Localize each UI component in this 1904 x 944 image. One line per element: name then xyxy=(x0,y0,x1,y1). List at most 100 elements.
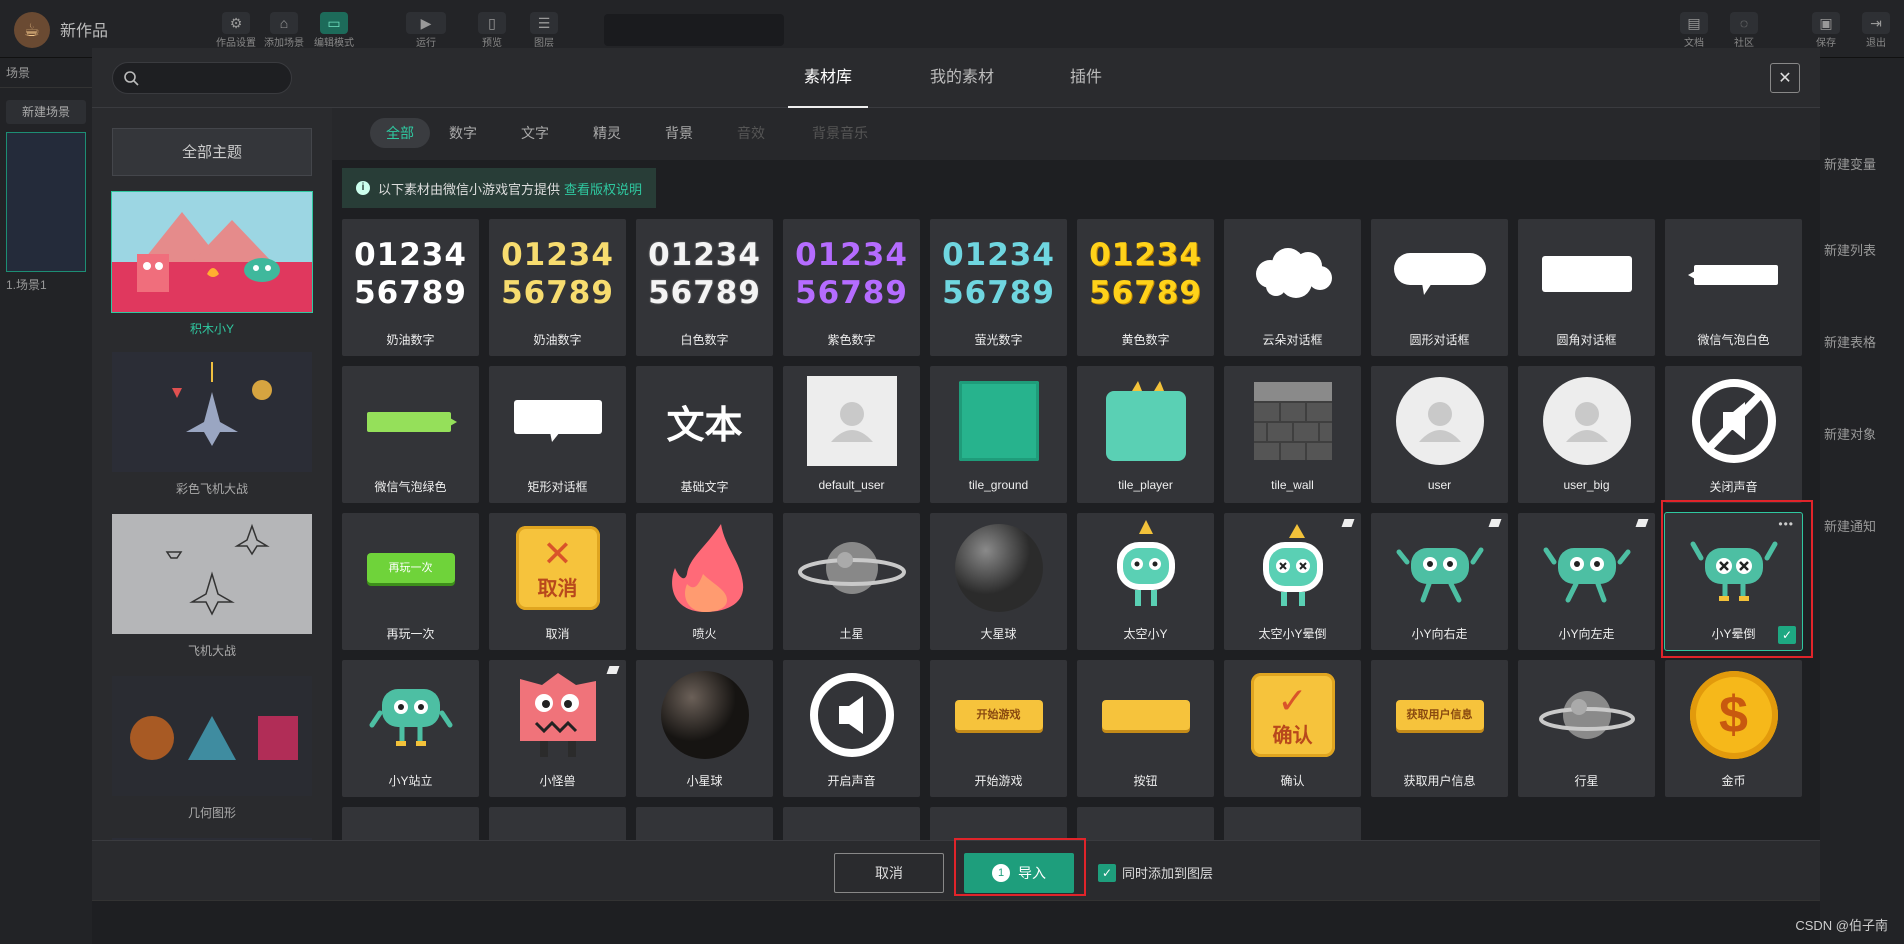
asset-card[interactable]: 获取用户信息 获取用户信息 xyxy=(1371,660,1508,797)
asset-card[interactable] xyxy=(342,807,479,840)
subtab-background-music[interactable]: 背景音乐 xyxy=(800,118,880,148)
toolbar-edit-mode-button[interactable]: ▭ 编辑模式 xyxy=(312,12,356,52)
asset-card[interactable]: 小Y站立 xyxy=(342,660,479,797)
asset-card[interactable]: 01234 56789 紫色数字 xyxy=(783,219,920,356)
asset-card[interactable] xyxy=(930,807,1067,840)
asset-card[interactable]: 01234 56789 奶油数字 xyxy=(489,219,626,356)
subtab-all[interactable]: 全部 xyxy=(370,118,430,148)
asset-card[interactable]: 小Y向左走 xyxy=(1518,513,1655,650)
theme-thumbnail xyxy=(111,191,313,313)
new-notice-button[interactable]: 新建通知 xyxy=(1820,516,1904,535)
toolbar-settings-button[interactable]: ⚙ 作品设置 xyxy=(214,12,258,52)
all-themes-button[interactable]: 全部主题 xyxy=(112,128,312,176)
close-modal-button[interactable]: ✕ xyxy=(1770,63,1800,93)
asset-label: 小星球 xyxy=(686,774,723,788)
asset-card[interactable]: 按钮 xyxy=(1077,660,1214,797)
app-search-box[interactable] xyxy=(604,14,784,46)
toolbar-exit-button[interactable]: ⇥ 退出 xyxy=(1854,12,1898,52)
asset-search-input[interactable] xyxy=(145,70,285,86)
theme-item-block-y[interactable]: 积木小Y xyxy=(111,191,313,337)
y-stand-image xyxy=(369,689,452,746)
asset-card[interactable]: 圆形对话框 xyxy=(1371,219,1508,356)
asset-card[interactable]: 小怪兽 xyxy=(489,660,626,797)
asset-card[interactable]: 太空小Y xyxy=(1077,513,1214,650)
asset-card[interactable]: $ 金币 xyxy=(1665,660,1802,797)
new-object-button[interactable]: 新建对象 xyxy=(1820,424,1904,443)
asset-card[interactable]: default_user xyxy=(783,366,920,503)
asset-card[interactable]: 小星球 xyxy=(636,660,773,797)
asset-card[interactable]: tile_ground xyxy=(930,366,1067,503)
new-list-button[interactable]: 新建列表 xyxy=(1820,240,1904,259)
asset-card[interactable]: 圆角对话框 xyxy=(1518,219,1655,356)
cancel-button[interactable]: 取消 xyxy=(834,853,944,893)
tab-plugins[interactable]: 插件 xyxy=(1056,48,1116,108)
sound-on-icon xyxy=(809,673,894,757)
asset-image xyxy=(636,513,773,623)
copyright-link[interactable]: 查看版权说明 xyxy=(564,179,642,198)
asset-card[interactable]: 开启声音 xyxy=(783,660,920,797)
toolbar-docs-button[interactable]: ▤ 文档 xyxy=(1672,12,1716,52)
asset-card[interactable]: 文本 基础文字 xyxy=(636,366,773,503)
theme-item-plane-war[interactable]: 飞机大战 xyxy=(112,514,312,659)
asset-card-selected[interactable]: ••• 小Y晕倒 ✓ xyxy=(1664,512,1803,651)
asset-card[interactable]: 开始游戏 开始游戏 xyxy=(930,660,1067,797)
subtab-numbers[interactable]: 数字 xyxy=(438,118,488,148)
subtab-backgrounds[interactable]: 背景 xyxy=(654,118,704,148)
asset-card[interactable]: 01234 56789 奶油数字 xyxy=(342,219,479,356)
subtab-text[interactable]: 文字 xyxy=(510,118,560,148)
asset-card[interactable]: 土星 xyxy=(783,513,920,650)
asset-card[interactable] xyxy=(636,807,773,840)
toolbar-layers-button[interactable]: ☰ 图层 xyxy=(522,12,566,52)
asset-card[interactable]: 矩形对话框 xyxy=(489,366,626,503)
toolbar-preview-button[interactable]: ▯ 预览 xyxy=(470,12,514,52)
asset-card[interactable]: 微信气泡绿色 xyxy=(342,366,479,503)
theme-item-color-plane-war[interactable]: 彩色飞机大战 xyxy=(112,352,312,497)
asset-card[interactable] xyxy=(1224,807,1361,840)
tab-my-assets[interactable]: 我的素材 xyxy=(912,48,1012,108)
asset-card[interactable]: 云朵对话框 xyxy=(1224,219,1361,356)
toolbar-community-button[interactable]: ◌ 社区 xyxy=(1722,12,1766,52)
asset-card[interactable]: 01234 56789 白色数字 xyxy=(636,219,773,356)
toolbar-add-scene-button[interactable]: ⌂ 添加场景 xyxy=(262,12,306,52)
asset-card[interactable]: 关闭声音 xyxy=(1665,366,1802,503)
toolbar-save-button[interactable]: ▣ 保存 xyxy=(1804,12,1848,52)
subtab-sound-effects[interactable]: 音效 xyxy=(726,118,776,148)
toolbar-run-button[interactable]: ▶ 运行 xyxy=(404,12,448,52)
asset-card[interactable]: 喷火 xyxy=(636,513,773,650)
asset-card[interactable]: 太空小Y晕倒 xyxy=(1224,513,1361,650)
y-faint-image xyxy=(1690,541,1777,601)
small-planet-image xyxy=(660,671,749,759)
asset-card[interactable] xyxy=(1077,807,1214,840)
asset-card[interactable]: 微信气泡白色 xyxy=(1665,219,1802,356)
asset-image xyxy=(489,366,626,476)
asset-card[interactable]: 行星 xyxy=(1518,660,1655,797)
subtab-sprites[interactable]: 精灵 xyxy=(582,118,632,148)
new-variable-button[interactable]: 新建变量 xyxy=(1820,154,1904,173)
asset-card[interactable]: 小Y向右走 xyxy=(1371,513,1508,650)
asset-card[interactable] xyxy=(783,807,920,840)
asset-card[interactable]: user_big xyxy=(1518,366,1655,503)
asset-card[interactable]: ✓ 确认 确认 xyxy=(1224,660,1361,797)
asset-label: 微信气泡白色 xyxy=(1697,333,1770,347)
checkmark-icon: ✓ xyxy=(1277,679,1308,721)
asset-card[interactable]: 再玩一次 再玩一次 xyxy=(342,513,479,650)
asset-card[interactable]: tile_wall xyxy=(1224,366,1361,503)
asset-image xyxy=(1518,219,1655,329)
asset-search[interactable] xyxy=(112,62,292,94)
new-table-button[interactable]: 新建表格 xyxy=(1820,332,1904,351)
asset-card[interactable]: ✕ 取消 取消 xyxy=(489,513,626,650)
theme-sidebar: 全部主题 积木小Y 彩色飞机大战 飞机大战 几何图形 xyxy=(92,108,332,840)
checkmark-icon[interactable]: ✓ xyxy=(1778,626,1796,644)
asset-card[interactable]: user xyxy=(1371,366,1508,503)
tab-asset-library[interactable]: 素材库 xyxy=(788,48,868,108)
asset-card[interactable]: tile_player xyxy=(1077,366,1214,503)
asset-card[interactable]: 01234 56789 萤光数字 xyxy=(930,219,1067,356)
add-to-layer-checkbox[interactable]: ✓ 同时添加到图层 xyxy=(1098,863,1213,882)
scene-thumbnail[interactable] xyxy=(6,132,86,272)
new-scene-button[interactable]: 新建场景 xyxy=(6,100,86,124)
asset-card[interactable]: 01234 56789 黄色数字 xyxy=(1077,219,1214,356)
theme-item-geometry[interactable]: 几何图形 xyxy=(112,676,312,821)
asset-card[interactable]: 大星球 xyxy=(930,513,1067,650)
asset-card[interactable] xyxy=(489,807,626,840)
asset-label: tile_ground xyxy=(968,478,1029,492)
